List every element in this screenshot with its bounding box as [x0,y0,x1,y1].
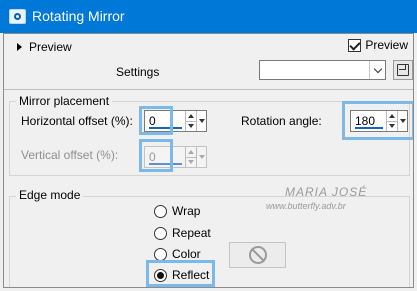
radio-icon [154,247,167,261]
chevron-down-icon [198,119,205,123]
edge-mode-wrap-label: Wrap [172,204,201,218]
watermark-name: MARIA JOSÉ [285,185,368,199]
chevron-down-icon [198,155,205,159]
horizontal-offset-highlight [139,106,173,135]
spin-down-icon[interactable] [186,158,196,168]
title-bar: Rotating Mirror [0,0,417,33]
window-title: Rotating Mirror [32,8,125,24]
separator [4,89,413,90]
radio-icon [154,204,167,218]
chevron-down-icon [373,64,382,73]
reflect-highlight [146,260,215,287]
mirror-placement-title: Mirror placement [16,94,113,108]
edge-mode-repeat-label: Repeat [172,226,211,240]
vertical-offset-dropdown[interactable] [196,147,206,167]
horizontal-offset-label: Horizontal offset (%): [21,114,133,128]
edge-mode-color-label: Color [172,247,201,261]
edge-mode-repeat-option[interactable]: Repeat [154,226,211,240]
rotation-angle-label: Rotation angle: [241,114,322,128]
spin-down-icon[interactable] [186,122,196,132]
edge-mode-title: Edge mode [16,188,84,202]
preview-toggle-label: Preview [29,40,72,54]
spin-up-icon[interactable] [186,147,196,158]
rotation-angle-highlight [342,101,413,140]
preview-checkbox-label: Preview [365,38,408,52]
vertical-offset-label: Vertical offset (%): [21,148,119,162]
checkbox-icon [348,38,362,52]
settings-dropdown-arrow[interactable] [369,61,385,79]
vertical-offset-spin-buttons[interactable] [185,147,196,167]
save-icon [397,64,409,76]
no-color-icon [248,246,267,264]
edge-mode-wrap-option[interactable]: Wrap [154,204,200,218]
edge-color-swatch[interactable] [229,242,286,268]
spin-up-icon[interactable] [186,111,196,122]
save-settings-button[interactable] [393,60,413,80]
preview-checkbox[interactable]: Preview [348,38,408,52]
preview-toggle[interactable]: Preview [17,40,72,54]
horizontal-offset-spin-buttons[interactable] [185,111,196,131]
dialog-body: Preview Preview Settings Mirror placemen… [3,33,414,288]
expand-triangle-icon [17,43,22,51]
vertical-offset-highlight [139,139,173,172]
edge-mode-color-option[interactable]: Color [154,247,201,261]
horizontal-offset-dropdown[interactable] [196,111,206,131]
settings-label: Settings [116,65,160,79]
rotating-mirror-app-icon [9,9,26,24]
settings-dropdown[interactable] [259,60,386,80]
watermark-url: www.butterfly.adv.br [266,201,346,211]
radio-icon [154,226,167,240]
